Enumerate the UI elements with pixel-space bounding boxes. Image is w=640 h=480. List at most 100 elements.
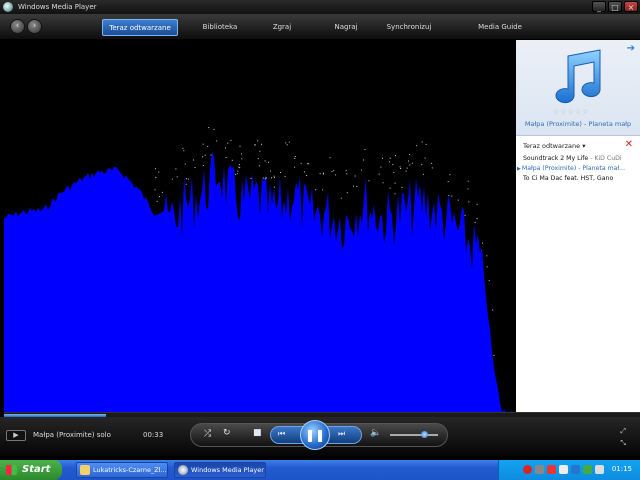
tab-burn[interactable]: Nagraj [326, 19, 366, 36]
spectrum-speckle [401, 186, 403, 188]
tray-alert-icon[interactable] [547, 465, 556, 474]
now-playing-toggle-button[interactable]: ▶ [6, 430, 26, 441]
playlist-item[interactable]: Soundtrack 2 My Life - KiD CuDi [516, 154, 640, 164]
tab-rip[interactable]: Zgraj [262, 19, 302, 36]
taskbar-item-folder[interactable]: Lukatricks-Czarne_Zl... [76, 462, 168, 478]
spectrum-speckle [271, 177, 273, 179]
fullscreen-icon[interactable]: ⤢ [620, 425, 626, 437]
clock: 01:15 [611, 465, 632, 473]
spectrum-speckle [183, 150, 185, 152]
taskbar-item-wmp[interactable]: Windows Media Player [174, 462, 266, 478]
spectrum-speckle [389, 157, 391, 159]
spectrum-speckle [457, 199, 459, 201]
tray-app-icon[interactable] [535, 465, 544, 474]
folder-icon [80, 465, 90, 475]
tab-sync[interactable]: Synchronizuj [380, 19, 438, 36]
spectrum-speckle [240, 153, 242, 155]
spectrum-speckle [227, 142, 229, 144]
volume-icon[interactable]: 🔈 [370, 428, 381, 438]
pause-button[interactable]: ❚❚ [300, 420, 330, 450]
clear-list-icon[interactable]: ✕ [625, 139, 633, 150]
start-label: Start [22, 464, 51, 475]
tray-volume-icon[interactable] [595, 465, 604, 474]
spectrum-speckle [202, 156, 204, 158]
spectrum-speckle [486, 255, 488, 257]
start-button[interactable]: Start [0, 460, 62, 480]
spectrum-speckle [425, 143, 427, 145]
close-button[interactable]: × [624, 1, 638, 12]
minimize-button[interactable]: _ [592, 1, 606, 12]
spectrum-speckle [353, 185, 354, 187]
spectrum-speckle [416, 145, 418, 147]
spectrum-speckle [213, 128, 215, 130]
spectrum-speckle [411, 162, 413, 164]
repeat-icon[interactable]: ↻ [223, 428, 231, 438]
spectrum-speckle [273, 177, 275, 179]
spectrum-speckle [182, 147, 184, 149]
spectrum-speckle [308, 163, 310, 165]
playlist-title[interactable]: Teraz odtwarzane ▾ [523, 142, 585, 150]
window-controls: _ □ × [592, 1, 638, 12]
list-pane: ➔ ☆☆☆☆☆ Małpa (Proximite) - Planeta małp… [516, 40, 640, 412]
shuffle-icon[interactable]: ⤮ [204, 429, 211, 439]
tray-messenger-icon[interactable] [583, 465, 592, 474]
spectrum-speckle [193, 159, 194, 161]
spectrum-speckle [448, 195, 450, 197]
spectrum-speckle [268, 161, 270, 163]
spectrum-speckle [270, 170, 271, 172]
tray-bluetooth-icon[interactable] [571, 465, 580, 474]
next-icon[interactable]: ⏭ [338, 429, 345, 439]
visualization-area[interactable] [4, 40, 516, 412]
rating-stars[interactable]: ☆☆☆☆☆ [553, 108, 589, 116]
tray-antivirus-icon[interactable] [523, 465, 532, 474]
spectrum-speckle [464, 214, 466, 216]
spectrum-speckle [273, 186, 275, 188]
elapsed-time: 00:33 [143, 431, 164, 439]
spectrum-speckle [171, 178, 173, 180]
spectrum-speckle [231, 159, 233, 161]
spectrum-speckle [155, 177, 157, 178]
spectrum-speckle [474, 222, 476, 224]
spectrum-speckle [175, 168, 177, 170]
maximize-button[interactable]: □ [608, 1, 622, 12]
tab-now-playing[interactable]: Teraz odtwarzane [102, 19, 178, 36]
spectrum-speckle [303, 171, 305, 173]
spectrum-speckle [395, 155, 396, 157]
spectrum-speckle [158, 171, 160, 173]
spectrum-speckle [241, 158, 243, 160]
spectrum-speckle [346, 173, 348, 175]
playback-controls: ▶ Małpa (Proximite) solo 00:33 ⤮ ↻ ■ ⏮ ⏭… [0, 417, 640, 456]
spectrum-speckle [447, 181, 449, 183]
spectrum-speckle [468, 201, 470, 203]
previous-icon[interactable]: ⏮ [278, 429, 285, 439]
spectrum-speckle [392, 164, 394, 166]
spectrum-speckle [239, 145, 241, 147]
playlist-item-current[interactable]: ▶Małpa (Proximite) - Planeta mał... [516, 164, 640, 174]
spectrum-speckle [346, 192, 348, 194]
volume-knob[interactable] [420, 431, 428, 438]
spectrum-speckle [400, 168, 402, 169]
album-info[interactable]: Małpa (Proximite) - Planeta małp [516, 120, 640, 128]
title-bar: Windows Media Player _ □ × [0, 0, 640, 14]
tab-library[interactable]: Biblioteka [196, 19, 244, 36]
tray-network-icon[interactable] [559, 465, 568, 474]
now-playing-title: Małpa (Proximite) solo [33, 431, 111, 439]
spectrum-speckle [238, 164, 240, 166]
tab-media-guide[interactable]: Media Guide [470, 19, 530, 36]
spectrum-speckle [259, 165, 260, 167]
spectrum-speckle [405, 170, 407, 172]
playlist-item[interactable]: To Ci Ma Dac feat. HST, Gano [516, 174, 640, 184]
spectrum-speckle [265, 177, 267, 179]
compact-mode-icon[interactable]: ⤡ [620, 437, 626, 449]
expand-arrow-icon[interactable]: ➔ [627, 43, 635, 54]
playlist-header: Teraz odtwarzane ▾ ✕ [516, 138, 640, 154]
forward-button[interactable]: › [27, 19, 42, 34]
spectrum-speckle [476, 218, 478, 219]
spectrum-speckle [225, 147, 226, 149]
back-button[interactable]: ‹ [10, 19, 25, 34]
stop-icon[interactable]: ■ [253, 428, 262, 438]
spectrum-visualization [4, 127, 516, 412]
spectrum-speckle [280, 172, 281, 173]
volume-slider[interactable] [390, 434, 438, 436]
system-tray: 01:15 [498, 460, 640, 480]
